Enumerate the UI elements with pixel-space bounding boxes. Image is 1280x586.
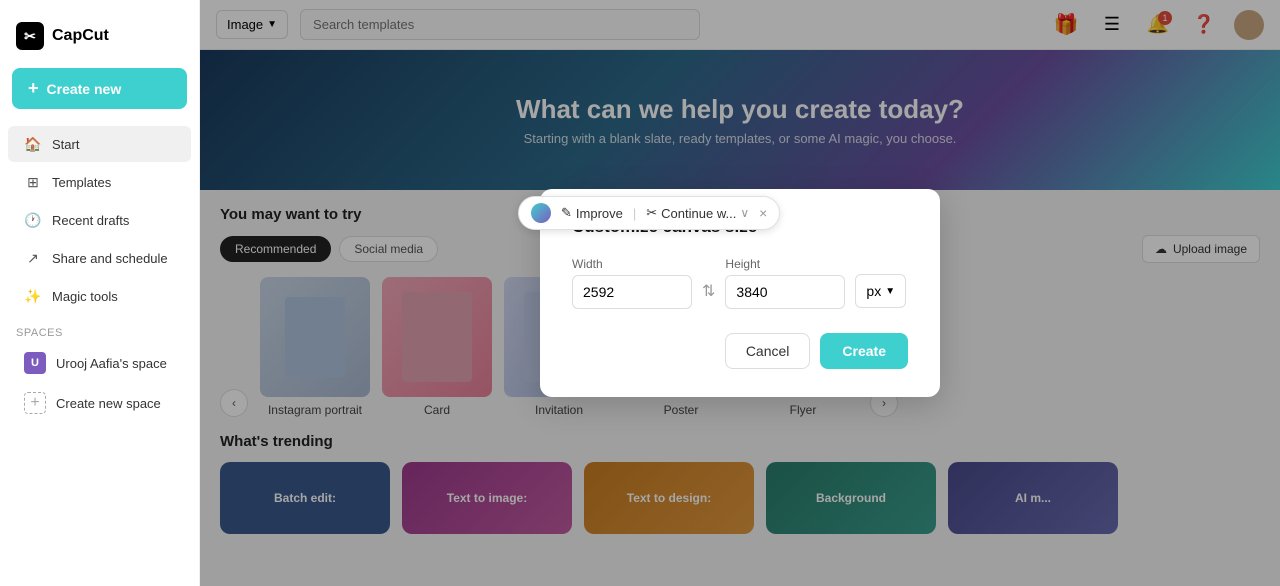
- logo: ✂ CapCut: [0, 12, 199, 68]
- spaces-label: Spaces: [0, 315, 199, 343]
- chevron-down-icon: ▼: [885, 286, 895, 297]
- sidebar: ✂ CapCut + Create new 🏠 Start ⊞ Template…: [0, 0, 200, 586]
- sidebar-item-magic[interactable]: ✨ Magic tools: [8, 278, 191, 314]
- create-space-item[interactable]: + Create new space: [8, 384, 191, 422]
- height-input[interactable]: [725, 275, 845, 309]
- clock-icon: 🕐: [24, 211, 42, 229]
- improve-icon: ✎: [561, 205, 572, 221]
- user-space-icon: U: [24, 352, 46, 374]
- create-button[interactable]: Create: [820, 333, 908, 369]
- plus-icon: +: [28, 78, 39, 99]
- sidebar-item-templates[interactable]: ⊞ Templates: [8, 164, 191, 200]
- create-new-button[interactable]: + Create new: [12, 68, 187, 109]
- close-button[interactable]: ×: [759, 205, 767, 221]
- main-content: Image ▼ 🎁 ☰ 🔔 1 ❓ What can we help you c…: [200, 0, 1280, 586]
- logo-icon: ✂: [16, 22, 44, 50]
- modal-overlay[interactable]: Customize canvas size Width ⇅ Height px …: [200, 0, 1280, 586]
- templates-icon: ⊞: [24, 173, 42, 191]
- share-icon: ↗: [24, 249, 42, 267]
- user-space-item[interactable]: U Urooj Aafia's space: [8, 344, 191, 382]
- ai-toolbar: ✎ Improve | ✂ Continue w... ∨ ×: [518, 196, 780, 230]
- logo-text: CapCut: [52, 27, 109, 45]
- ai-dot-icon: [531, 203, 551, 223]
- improve-button[interactable]: ✎ Improve: [561, 205, 623, 221]
- sidebar-item-recent[interactable]: 🕐 Recent drafts: [8, 202, 191, 238]
- width-label: Width: [572, 257, 692, 271]
- width-input[interactable]: [572, 275, 692, 309]
- create-space-icon: +: [24, 392, 46, 414]
- modal-fields: Width ⇅ Height px ▼: [572, 257, 908, 309]
- magic-icon: ✨: [24, 287, 42, 305]
- unit-selector[interactable]: px ▼: [855, 274, 906, 308]
- height-field-group: Height: [725, 257, 845, 309]
- sidebar-item-share[interactable]: ↗ Share and schedule: [8, 240, 191, 276]
- continue-icon: ✂: [646, 205, 657, 221]
- modal-actions: Cancel Create: [572, 333, 908, 369]
- sidebar-item-start[interactable]: 🏠 Start: [8, 126, 191, 162]
- width-field-group: Width: [572, 257, 692, 309]
- expand-icon[interactable]: ∨: [740, 206, 749, 220]
- height-label: Height: [725, 257, 845, 271]
- cancel-button[interactable]: Cancel: [725, 333, 811, 369]
- continue-button[interactable]: ✂ Continue w... ∨: [646, 205, 749, 221]
- home-icon: 🏠: [24, 135, 42, 153]
- link-icon: ⇅: [702, 281, 715, 301]
- separator: |: [633, 206, 636, 221]
